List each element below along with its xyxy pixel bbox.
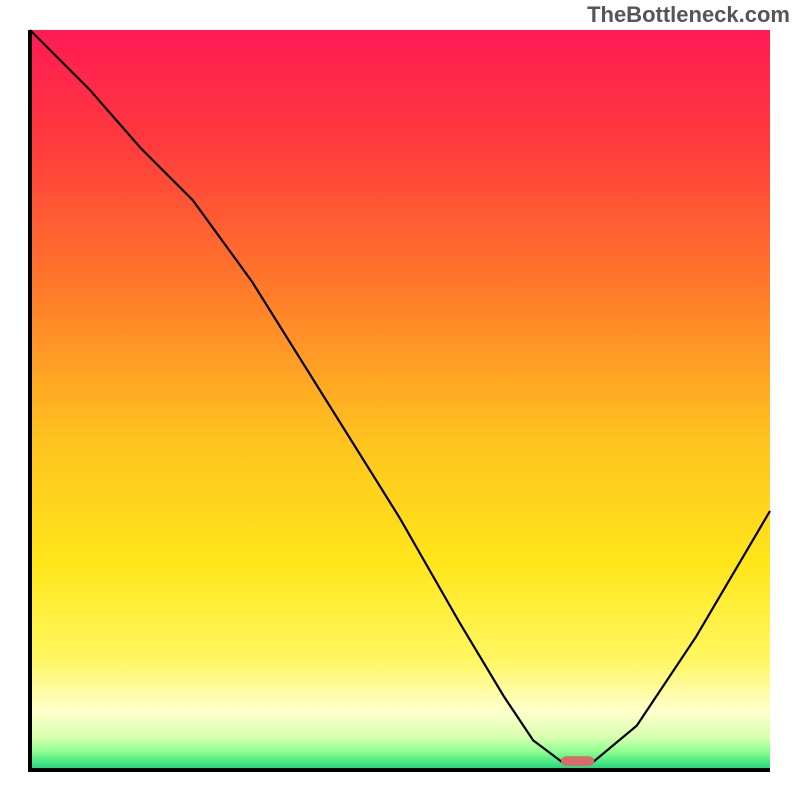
watermark-text: TheBottleneck.com xyxy=(587,2,790,28)
plot-background xyxy=(30,30,770,770)
bottleneck-chart xyxy=(0,0,800,800)
chart-container: TheBottleneck.com xyxy=(0,0,800,800)
selected-marker xyxy=(561,756,594,766)
